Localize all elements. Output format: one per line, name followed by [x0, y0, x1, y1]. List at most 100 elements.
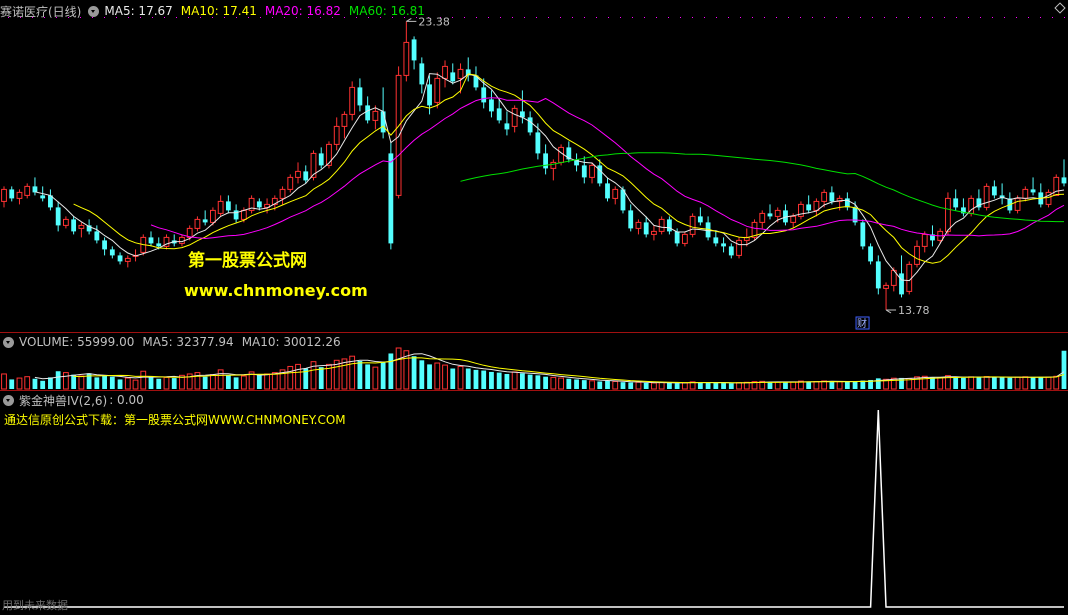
- price-panel-header: 赛诺医疗(日线) MA5: 17.67 MA10: 17.41 MA20: 16…: [0, 2, 433, 20]
- reference-dot: [464, 17, 465, 18]
- volume-bar-up: [1, 373, 7, 390]
- candle-body-up: [333, 125, 340, 145]
- volume-bar-up: [264, 373, 270, 390]
- kline-chart-canvas[interactable]: 23.3813.78财: [0, 0, 1068, 615]
- candle-body-down: [535, 132, 541, 154]
- chevron-down-icon[interactable]: [3, 394, 14, 406]
- volume-bar-up: [140, 370, 147, 390]
- reference-dot: [1052, 17, 1053, 18]
- indicator-panel[interactable]: [4, 409, 1064, 608]
- volume-bar-down: [628, 382, 634, 389]
- volume-panel[interactable]: [1, 347, 1067, 390]
- candle-body-up: [210, 209, 216, 223]
- candle-body-down: [55, 207, 61, 226]
- candle-body-down: [380, 111, 386, 133]
- volume-bar-down: [705, 382, 711, 389]
- volume-bar-up: [163, 376, 170, 390]
- candle-body-down: [628, 210, 634, 229]
- candle-body-up: [24, 185, 31, 196]
- volume-ma5-readout: MA5: 32377.94: [142, 335, 234, 349]
- stock-title[interactable]: 赛诺医疗(日线): [0, 3, 81, 20]
- candle-body-up: [759, 212, 766, 223]
- reference-dot: [560, 17, 561, 18]
- volume-bar-up: [937, 377, 944, 390]
- candle-body-down: [527, 117, 533, 133]
- candle-body-down: [829, 192, 835, 202]
- reference-dot: [584, 17, 585, 18]
- candle-body-up: [457, 68, 464, 79]
- reference-dot: [488, 17, 489, 18]
- volume-bar-down: [55, 371, 61, 389]
- candle-body-up: [689, 215, 696, 235]
- volume-bar-down: [976, 377, 982, 389]
- reference-dot: [536, 17, 537, 18]
- candle-body-down: [868, 246, 873, 262]
- volume-bar-up: [210, 374, 216, 390]
- volume-bar-down: [852, 381, 858, 389]
- reference-dot: [944, 17, 945, 18]
- volume-bar-up: [511, 371, 518, 390]
- reference-dot: [716, 17, 717, 18]
- candle-body-down: [1030, 189, 1036, 193]
- ma5-readout: MA5: 17.67: [104, 4, 173, 18]
- volume-bar-down: [806, 381, 812, 389]
- volume-bar-down: [953, 377, 959, 389]
- volume-bar-down: [566, 378, 572, 389]
- candle-body-down: [303, 171, 309, 181]
- volume-bar-down: [1007, 377, 1013, 389]
- candle-body-down: [94, 231, 100, 241]
- volume-bar-up: [658, 382, 665, 390]
- volume-bar-up: [983, 376, 990, 390]
- reference-dot: [1016, 17, 1017, 18]
- candle-body-up: [287, 176, 294, 190]
- reference-dot: [920, 17, 921, 18]
- price-panel[interactable]: 23.3813.78财: [1, 15, 1067, 330]
- volume-bar-up: [612, 380, 619, 390]
- candle-body-up: [558, 146, 564, 163]
- candle-body-down: [117, 255, 123, 262]
- candle-body-up: [434, 77, 441, 103]
- candle-body-down: [875, 261, 881, 289]
- chevron-down-icon[interactable]: [88, 5, 100, 17]
- volume-bar-up: [395, 347, 402, 390]
- volume-bar-up: [558, 377, 564, 390]
- volume-bar-down: [427, 364, 432, 389]
- candle-body-down: [667, 219, 672, 232]
- reference-dot: [680, 17, 681, 18]
- volume-bar-up: [271, 372, 278, 390]
- reference-dot: [932, 17, 933, 18]
- volume-bar-up: [372, 366, 379, 390]
- volume-bar-down: [605, 380, 610, 389]
- candle-body-down: [357, 87, 363, 106]
- volume-bar-down: [999, 377, 1005, 389]
- volume-bar-down: [597, 381, 603, 389]
- reference-dot: [812, 17, 813, 18]
- candle-body-down: [233, 210, 239, 220]
- candle-body-up: [349, 86, 356, 115]
- volume-bar-down: [357, 360, 363, 389]
- volume-bar-up: [1022, 376, 1029, 390]
- candle-body-up: [914, 245, 920, 265]
- volume-bar-down: [721, 383, 726, 389]
- volume-bar-down: [1061, 350, 1067, 389]
- candle-body-down: [713, 237, 719, 244]
- candle-body-down: [489, 99, 494, 112]
- volume-bar-up: [813, 381, 820, 390]
- volume-bar-up: [968, 376, 975, 390]
- candle-body-up: [813, 200, 820, 211]
- indicator-name[interactable]: 紫金神兽IV(2,6): [19, 392, 107, 409]
- volume-bar-down: [527, 374, 533, 389]
- candle-body-up: [681, 233, 688, 244]
- candle-body-down: [419, 63, 425, 85]
- volume-bar-down: [574, 379, 579, 389]
- watermark-url: www.chnmoney.com: [184, 281, 368, 300]
- candle-body-down: [860, 222, 866, 247]
- chevron-down-icon[interactable]: [3, 336, 14, 348]
- volume-bar-down: [202, 376, 208, 389]
- reference-dot: [860, 17, 861, 18]
- candle-body-down: [411, 39, 417, 61]
- volume-bar-down: [961, 377, 966, 389]
- candle-body-down: [481, 87, 487, 103]
- reference-dot: [608, 17, 609, 18]
- reference-dot: [872, 17, 873, 18]
